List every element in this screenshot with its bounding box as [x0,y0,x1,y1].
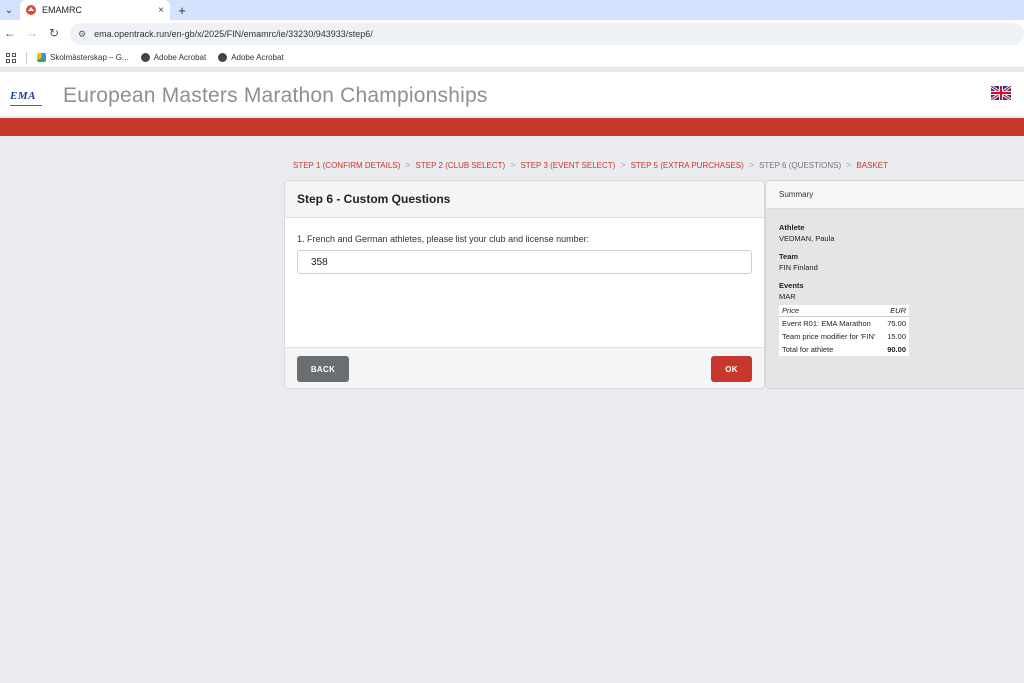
panel-footer: BACK OK [285,347,764,388]
breadcrumb: STEP 1 (CONFIRM DETAILS) > STEP 2 (CLUB … [293,160,888,170]
summary-heading: Summary [766,181,1024,209]
ema-logo[interactable]: EMA [10,86,42,106]
custom-questions-panel: Step 6 - Custom Questions 1. French and … [284,180,765,389]
currency-header: EUR [883,305,909,317]
total-label: Total for athlete [782,345,834,354]
site-favicon-icon [26,5,36,15]
breadcrumb-step1[interactable]: STEP 1 (CONFIRM DETAILS) [293,161,400,170]
team-label: Team [779,252,799,261]
breadcrumb-chevron-icon: > [405,160,411,170]
question-label: 1. French and German athletes, please li… [297,234,590,244]
panel-heading: Step 6 - Custom Questions [285,181,764,218]
globe-icon [218,53,228,62]
summary-panel: Summary Athlete VEDMAN, Paula Team FIN F… [765,180,1024,389]
back-button[interactable]: BACK [297,356,349,382]
price-header: Price [779,305,884,317]
ok-button[interactable]: OK [711,356,752,382]
google-drive-icon [37,53,46,62]
bookmark-divider [26,51,27,64]
events-label: Events [779,281,804,290]
price-table-header: Price EUR [779,305,909,317]
tab-close-icon[interactable]: × [158,5,164,16]
site-settings-icon[interactable]: ⚙ [78,29,86,40]
bookmark-item[interactable]: Skolmästerskap – G... [37,53,129,62]
new-tab-button[interactable]: + [175,0,189,20]
table-row: Team price modifier for 'FIN' 15.00 [779,330,909,343]
price-table: Price EUR Event R01: EMA Marathon 75.00 … [779,305,909,356]
bookmark-item[interactable]: Adobe Acrobat [140,53,207,62]
browser-tab[interactable]: EMAMRC × [20,0,170,20]
breadcrumb-chevron-icon: > [620,160,626,170]
site-title: European Masters Marathon Championships [63,84,488,107]
tab-search-chevron-icon[interactable]: ⌄ [0,0,18,20]
events-value: MAR [779,292,796,301]
browser-tab-bar: ⌄ EMAMRC × + [0,0,1024,20]
breadcrumb-chevron-icon: > [846,160,852,170]
club-license-input[interactable] [297,250,752,274]
globe-icon [140,53,150,62]
reload-icon[interactable]: ↻ [46,26,62,40]
bookmark-item[interactable]: Adobe Acrobat [218,53,284,62]
price-amount: 75.00 [887,319,906,328]
address-bar-row: ← → ↻ ⚙ ema.opentrack.run/en-gb/x/2025/F… [0,20,1024,48]
summary-body: Athlete VEDMAN, Paula Team FIN Finland E… [766,209,1024,356]
back-arrow-icon[interactable]: ← [2,26,18,40]
athlete-value: VEDMAN, Paula [779,234,835,243]
forward-arrow-icon[interactable]: → [24,26,40,40]
breadcrumb-chevron-icon: > [748,160,755,170]
breadcrumb-basket[interactable]: BASKET [856,161,888,170]
breadcrumb-step5[interactable]: STEP 5 (EXTRA PURCHASES) [631,161,744,170]
price-amount: 15.00 [887,332,906,341]
total-value: 90.00 [887,345,906,354]
breadcrumb-step6-current: STEP 6 (QUESTIONS) [759,160,842,170]
table-row: Event R01: EMA Marathon 75.00 [779,317,909,331]
bookmark-label: Adobe Acrobat [153,53,207,62]
price-item: Event R01: EMA Marathon [782,319,871,328]
breadcrumb-chevron-icon: > [510,160,516,170]
uk-flag-icon[interactable] [990,84,1012,102]
site-header: EMA European Masters Marathon Championsh… [0,72,1024,116]
athlete-label: Athlete [779,223,805,232]
bookmarks-bar: Skolmästerskap – G... Adobe Acrobat Adob… [0,48,1024,68]
team-value: FIN Finland [779,263,818,272]
url-field[interactable]: ⚙ ema.opentrack.run/en-gb/x/2025/FIN/ema… [70,23,1024,45]
url-text: ema.opentrack.run/en-gb/x/2025/FIN/emamr… [94,29,373,39]
breadcrumb-step2[interactable]: STEP 2 (CLUB SELECT) [416,161,506,170]
price-item: Team price modifier for 'FIN' [782,332,876,341]
brand-red-bar [0,118,1024,136]
bookmark-label: Skolmästerskap – G... [50,53,129,62]
apps-grid-icon[interactable] [6,52,16,63]
total-row: Total for athlete 90.00 [779,343,909,356]
bookmark-label: Adobe Acrobat [231,53,284,62]
tab-title: EMAMRC [42,5,82,15]
breadcrumb-step3[interactable]: STEP 3 (EVENT SELECT) [520,161,615,170]
panel-body: 1. French and German athletes, please li… [285,218,764,347]
